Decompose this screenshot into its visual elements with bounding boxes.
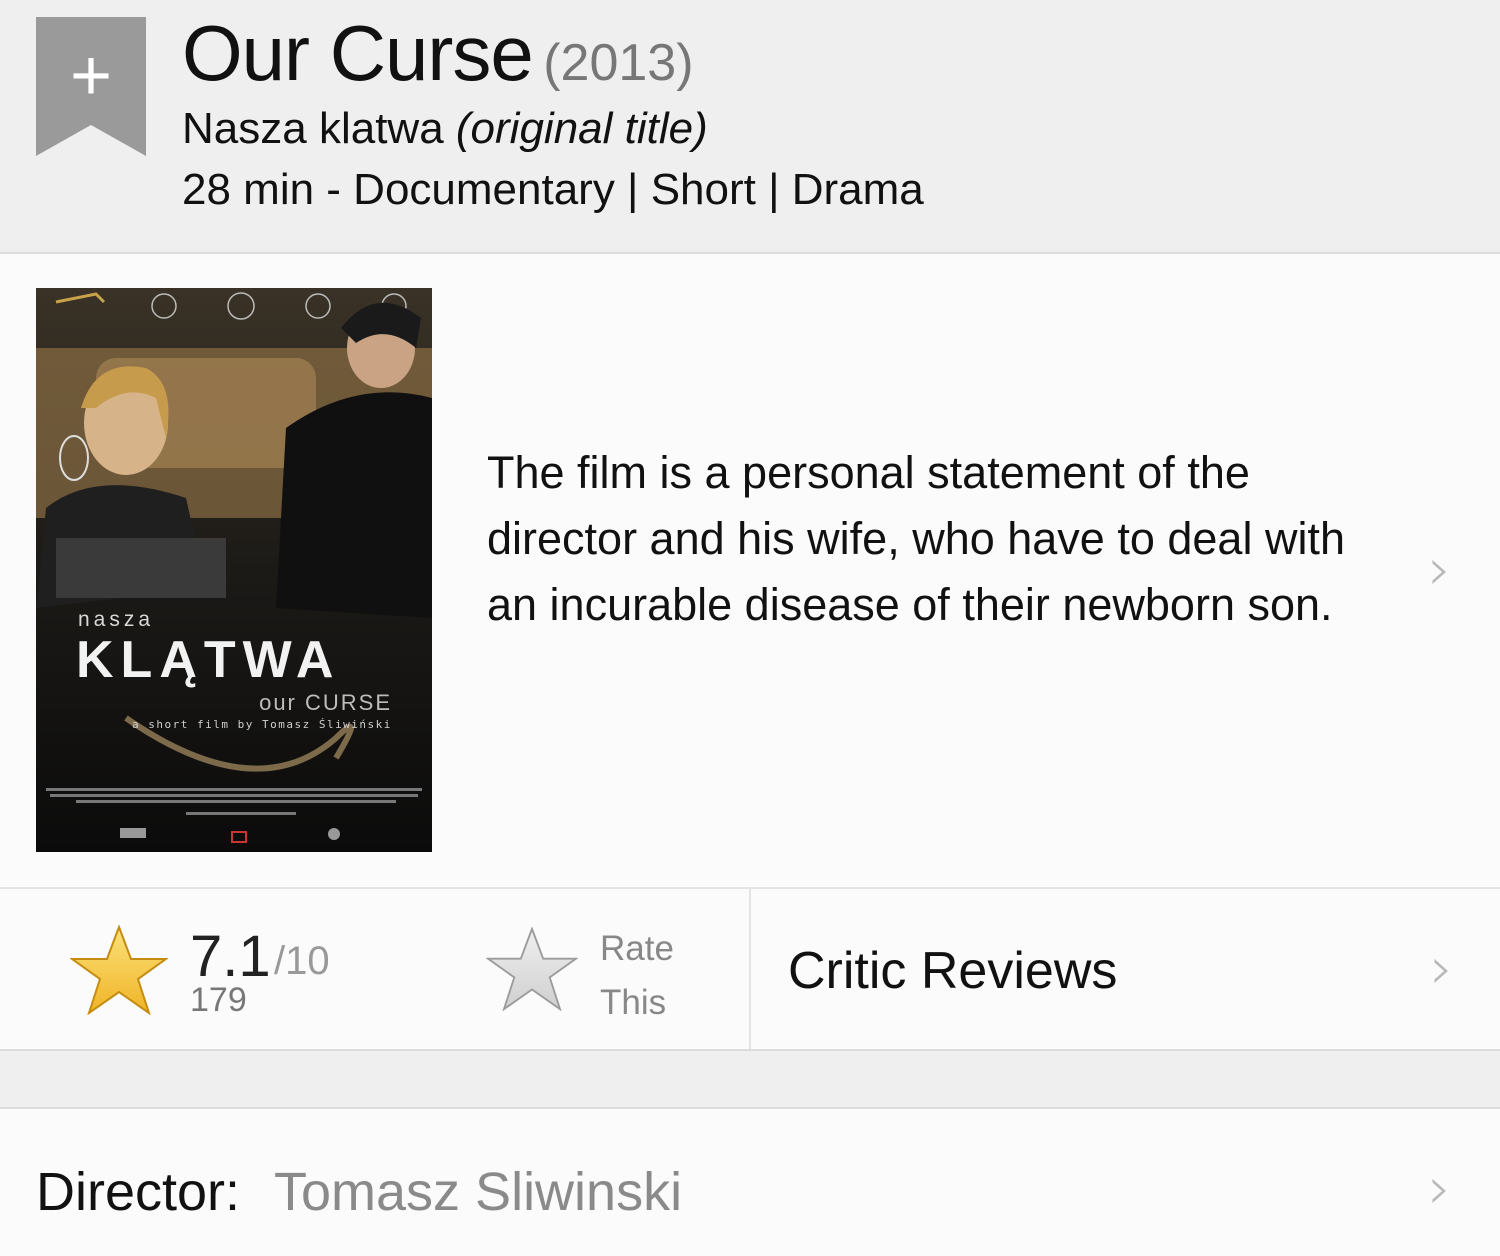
imdb-rating-star-icon (70, 925, 168, 1015)
plus-icon[interactable]: + (36, 36, 146, 116)
director-name[interactable]: Tomasz Sliwinski (274, 1161, 682, 1223)
critic-reviews-label: Critic Reviews (788, 942, 1118, 1000)
rate-star-outline-icon (486, 927, 578, 1011)
director-label: Director: (36, 1162, 241, 1222)
poster-artwork (36, 288, 432, 852)
rate-this-label-line2: This (600, 983, 667, 1022)
movie-year: (2013) (543, 34, 694, 92)
original-title-row: Nasza klatwa (original title) (182, 104, 708, 154)
poster-big-title: KLĄTWA (76, 631, 341, 689)
rating-divider (749, 889, 751, 1049)
movie-poster[interactable]: nasza KLĄTWA our CURSE a short film by T… (36, 288, 432, 852)
rating-max: /10 (274, 939, 330, 983)
rating-count: 179 (190, 981, 247, 1019)
section-gap (0, 1051, 1500, 1109)
original-title-note: (original title) (455, 104, 708, 153)
original-title: Nasza klatwa (182, 104, 444, 153)
director-row[interactable]: Director: Tomasz Sliwinski › (0, 1109, 1500, 1256)
movie-title: Our Curse (182, 9, 534, 97)
runtime-genres: 28 min - Documentary | Short | Drama (182, 165, 924, 214)
poster-small-title: nasza (78, 608, 155, 631)
plot-chevron-right-icon[interactable]: › (1428, 540, 1451, 598)
plot-section[interactable]: nasza KLĄTWA our CURSE a short film by T… (0, 254, 1500, 886)
title-header: + Our Curse (2013) Nasza klatwa (origina… (0, 0, 1500, 254)
poster-byline: a short film by Tomasz Śliwiński (132, 718, 392, 731)
critic-chevron-right-icon: › (1430, 934, 1454, 1002)
plot-summary: The film is a personal statement of the … (487, 447, 1345, 630)
rating-value: 7.1 (190, 924, 271, 989)
poster-subtitle: our CURSE (259, 690, 392, 715)
director-chevron-right-icon: › (1428, 1154, 1452, 1222)
rating-row: 7.1 /10 179 Rate This Critic Reviews › (0, 887, 1500, 1051)
title-row: Our Curse (2013) (182, 8, 694, 99)
rate-this-label-line1: Rate (600, 929, 674, 968)
